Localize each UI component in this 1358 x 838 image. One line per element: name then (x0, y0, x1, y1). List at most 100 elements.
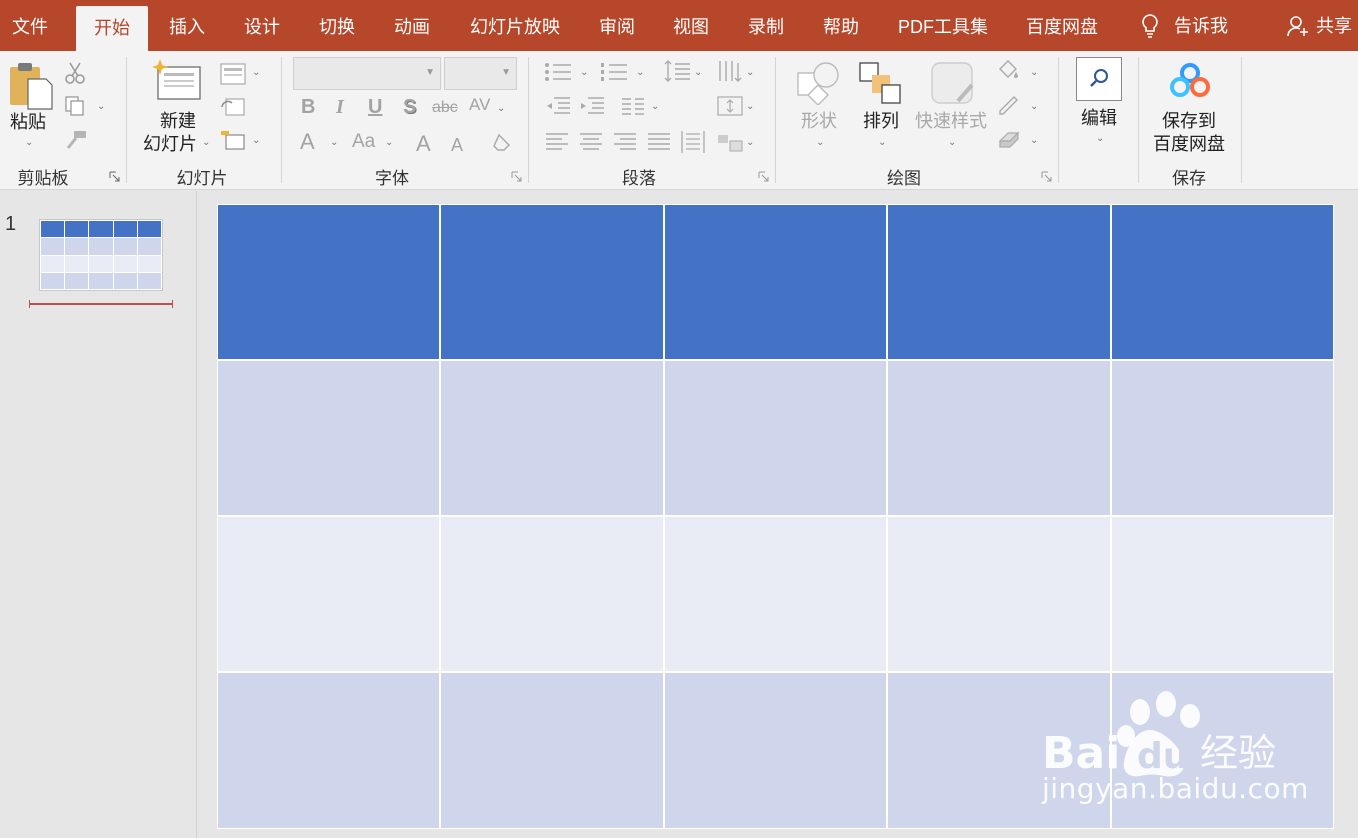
tab-transitions[interactable]: 切换 (319, 0, 355, 51)
font-dialog-launcher-icon[interactable] (511, 171, 522, 182)
character-spacing-button[interactable]: AV (469, 95, 490, 115)
change-case-dropdown-chevron-icon[interactable]: ⌄ (385, 137, 393, 148)
tab-review[interactable]: 审阅 (599, 0, 635, 51)
align-right-icon[interactable] (612, 131, 638, 153)
baidu-pan-icon[interactable] (1168, 63, 1212, 99)
numbering-icon[interactable] (600, 61, 630, 83)
slide-canvas[interactable] (217, 204, 1334, 829)
save-to-baidu-label-line1[interactable]: 保存到 (1162, 110, 1216, 133)
columns-icon[interactable] (620, 95, 646, 117)
table-cell[interactable] (888, 361, 1110, 515)
section-icon[interactable] (220, 129, 246, 153)
strikethrough-button[interactable]: abc (432, 99, 458, 117)
paste-button[interactable] (8, 61, 54, 116)
tell-me-box[interactable]: 告诉我 (1140, 0, 1228, 51)
save-to-baidu-label-line2[interactable]: 百度网盘 (1153, 133, 1225, 156)
slide-thumbnail[interactable] (39, 219, 163, 291)
copy-icon[interactable] (64, 95, 86, 117)
new-slide-button[interactable] (152, 57, 202, 108)
spacing-dropdown-chevron-icon[interactable]: ⌄ (497, 103, 505, 114)
table-header-cell[interactable] (441, 205, 663, 359)
editing-dropdown-chevron-icon[interactable]: ⌄ (1096, 133, 1104, 144)
table-header-cell[interactable] (1111, 205, 1333, 359)
arrange-icon[interactable] (858, 61, 902, 105)
table-cell[interactable] (1111, 517, 1333, 671)
numbering-dropdown-chevron-icon[interactable]: ⌄ (636, 67, 644, 78)
increase-indent-icon[interactable] (578, 95, 606, 117)
quick-styles-icon[interactable] (928, 61, 976, 107)
layout-dropdown-chevron-icon[interactable]: ⌄ (252, 67, 260, 78)
shape-effects-dropdown-chevron-icon[interactable]: ⌄ (1030, 135, 1038, 146)
tab-animations[interactable]: 动画 (394, 0, 430, 51)
tab-baidu-pan[interactable]: 百度网盘 (1026, 0, 1098, 51)
align-center-icon[interactable] (578, 131, 604, 153)
table-cell[interactable] (664, 361, 887, 515)
slide-table[interactable] (218, 205, 1333, 828)
table-cell[interactable] (664, 673, 887, 828)
decrease-indent-icon[interactable] (544, 95, 572, 117)
line-spacing-dropdown-chevron-icon[interactable]: ⌄ (694, 67, 702, 78)
table-cell[interactable] (441, 517, 663, 671)
reset-slide-icon[interactable] (220, 95, 246, 119)
table-cell[interactable] (664, 517, 887, 671)
smartart-convert-icon[interactable] (716, 131, 744, 155)
new-slide-dropdown-chevron-icon[interactable]: ⌄ (202, 137, 210, 148)
shapes-dropdown-chevron-icon[interactable]: ⌄ (816, 137, 824, 148)
font-name-combobox[interactable]: ▼ (293, 57, 441, 90)
shape-outline-icon[interactable] (996, 93, 1022, 117)
bullets-dropdown-chevron-icon[interactable]: ⌄ (580, 67, 588, 78)
section-dropdown-chevron-icon[interactable]: ⌄ (252, 135, 260, 146)
align-text-dropdown-chevron-icon[interactable]: ⌄ (746, 101, 754, 112)
bullets-icon[interactable] (544, 61, 574, 83)
copy-dropdown-chevron-icon[interactable]: ⌄ (97, 101, 105, 112)
share-button[interactable]: 共享 (1286, 0, 1352, 51)
table-cell[interactable] (888, 517, 1110, 671)
underline-button[interactable]: U (368, 96, 382, 119)
tab-record[interactable]: 录制 (748, 0, 784, 51)
text-direction-dropdown-chevron-icon[interactable]: ⌄ (746, 67, 754, 78)
table-cell[interactable] (218, 673, 440, 828)
paragraph-dialog-launcher-icon[interactable] (758, 171, 769, 182)
align-text-icon[interactable] (716, 93, 744, 119)
tab-view[interactable]: 视图 (673, 0, 709, 51)
tab-insert[interactable]: 插入 (169, 0, 205, 51)
clipboard-dialog-launcher-icon[interactable] (109, 171, 120, 182)
tab-slideshow[interactable]: 幻灯片放映 (470, 0, 560, 51)
tab-design[interactable]: 设计 (244, 0, 280, 51)
font-color-dropdown-chevron-icon[interactable]: ⌄ (330, 137, 338, 148)
drawing-dialog-launcher-icon[interactable] (1041, 171, 1052, 182)
table-cell[interactable] (218, 361, 440, 515)
distributed-icon[interactable] (680, 129, 706, 155)
tab-file[interactable]: 文件 (12, 0, 48, 51)
table-cell[interactable] (441, 361, 663, 515)
shape-effects-icon[interactable] (996, 127, 1022, 151)
tab-help[interactable]: 帮助 (823, 0, 859, 51)
quick-styles-dropdown-chevron-icon[interactable]: ⌄ (948, 137, 956, 148)
table-header-cell[interactable] (664, 205, 887, 359)
arrange-dropdown-chevron-icon[interactable]: ⌄ (878, 137, 886, 148)
paste-dropdown-chevron-icon[interactable]: ⌄ (25, 137, 33, 148)
table-cell[interactable] (441, 673, 663, 828)
italic-button[interactable]: I (336, 96, 344, 119)
line-spacing-icon[interactable] (664, 59, 692, 83)
clear-formatting-icon[interactable] (491, 131, 515, 155)
bold-button[interactable]: B (301, 96, 315, 119)
change-case-button[interactable]: Aa (352, 131, 375, 153)
columns-dropdown-chevron-icon[interactable]: ⌄ (651, 101, 659, 112)
format-painter-icon[interactable] (64, 129, 88, 151)
table-header-cell[interactable] (218, 205, 440, 359)
text-direction-icon[interactable] (716, 59, 744, 85)
tab-home[interactable]: 开始 (76, 6, 148, 51)
shape-outline-dropdown-chevron-icon[interactable]: ⌄ (1030, 101, 1038, 112)
tab-pdf-tools[interactable]: PDF工具集 (898, 0, 988, 51)
font-size-combobox[interactable]: ▼ (444, 57, 517, 90)
grow-font-button[interactable]: A (416, 131, 431, 157)
shape-fill-icon[interactable] (996, 59, 1022, 83)
shrink-font-button[interactable]: A (451, 135, 463, 156)
text-shadow-button[interactable]: S (403, 96, 416, 119)
cut-icon[interactable] (64, 61, 86, 85)
align-left-icon[interactable] (544, 131, 570, 153)
font-color-button[interactable]: A (300, 129, 315, 155)
shape-fill-dropdown-chevron-icon[interactable]: ⌄ (1030, 67, 1038, 78)
layout-icon[interactable] (220, 63, 246, 85)
